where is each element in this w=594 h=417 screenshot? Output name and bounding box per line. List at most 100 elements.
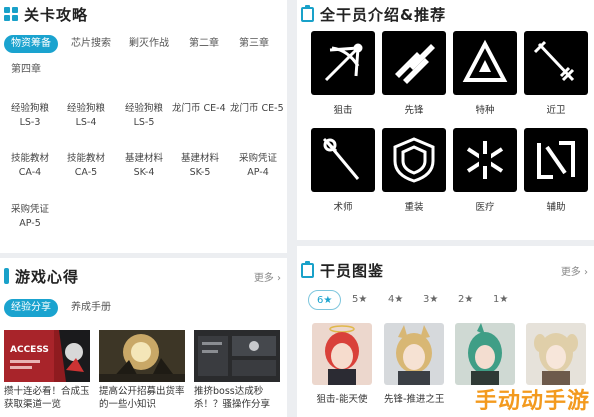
class-label: 辅助 xyxy=(546,202,566,213)
caster-icon xyxy=(322,137,360,180)
level-material-label: 技能教材 xyxy=(66,153,105,164)
level-material-label: 龙门币 xyxy=(172,103,201,114)
level-material-label: 经验狗粮 xyxy=(124,103,163,114)
gallery-title: 干员图鉴 xyxy=(320,261,385,280)
sniper-icon xyxy=(324,43,363,82)
level-material-label: 经验狗粮 xyxy=(10,103,49,114)
more-label: 更多 xyxy=(253,272,274,284)
class-supporter[interactable]: 辅助 xyxy=(524,128,588,213)
class-defender[interactable]: 重装 xyxy=(382,128,446,213)
class-label: 近卫 xyxy=(546,105,566,116)
article-title: 推挤boss达成秒杀！？骚操作分享 xyxy=(194,386,271,410)
level-cell[interactable]: 基建材料 SK-4 xyxy=(116,152,172,180)
rarity-tab-1[interactable]: 1★ xyxy=(493,290,508,310)
chevron-right-icon: › xyxy=(584,266,588,278)
gallery-header: 干员图鉴 更多 › xyxy=(297,256,594,284)
rarity-tab-2[interactable]: 2★ xyxy=(458,290,473,310)
level-cell[interactable]: 技能教材 CA-5 xyxy=(58,152,114,180)
level-material-label: 基建材料 xyxy=(180,153,219,164)
clipboard-icon xyxy=(301,4,314,22)
tab-guide[interactable]: 养成手册 xyxy=(71,299,111,317)
class-label: 术师 xyxy=(333,202,353,213)
tab-chapter-3[interactable]: 第三章 xyxy=(239,35,269,53)
article-card[interactable]: ACCESS 攒十连必看！合成玉获取渠道一览 xyxy=(4,330,90,412)
article-title: 提高公开招募出货率的一些小知识 xyxy=(99,386,185,410)
class-label: 狙击 xyxy=(333,105,353,116)
article-title: 攒十连必看！合成玉获取渠道一览 xyxy=(4,386,90,410)
level-code: CA-4 xyxy=(18,167,42,178)
supporter-icon xyxy=(537,141,575,179)
class-label: 先锋 xyxy=(404,105,424,116)
levels-header: 关卡攻略 xyxy=(0,0,287,28)
tab-annihilation[interactable]: 剿灭作战 xyxy=(129,35,169,53)
tips-header: 游戏心得 更多 › xyxy=(0,262,287,290)
tab-experience[interactable]: 经验分享 xyxy=(4,299,58,317)
rarity-tab-5[interactable]: 5★ xyxy=(352,290,367,310)
level-cell[interactable]: 采购凭证 AP-4 xyxy=(230,152,286,180)
class-guard[interactable]: 近卫 xyxy=(524,31,588,116)
tab-chapter-4[interactable]: 第四章 xyxy=(11,61,41,79)
operator-label: 狙击-能天使 xyxy=(316,394,368,405)
level-cell[interactable]: 龙门币 CE-5 xyxy=(230,102,287,116)
operator-portrait xyxy=(455,323,515,385)
grid-icon xyxy=(4,7,18,21)
article-card[interactable]: 提高公开招募出货率的一些小知识 xyxy=(99,330,185,412)
gallery-more-link[interactable]: 更多 › xyxy=(561,263,588,278)
level-material-label: 技能教材 xyxy=(10,153,49,164)
tips-more-link[interactable]: 更多 › xyxy=(254,269,281,284)
level-code: CA-5 xyxy=(74,167,98,178)
operator-card[interactable]: 狙击-能天使 xyxy=(312,323,372,405)
article-card[interactable]: 推挤boss达成秒杀！？骚操作分享 xyxy=(194,330,280,412)
level-code: CE-5 xyxy=(261,103,284,114)
specialist-icon xyxy=(462,39,508,82)
class-specialist[interactable]: 特种 xyxy=(453,31,517,116)
watermark-logo: 手动动手游 xyxy=(474,389,590,414)
tab-chapter-2[interactable]: 第二章 xyxy=(189,35,219,53)
more-label: 更多 xyxy=(560,266,581,278)
classes-panel: 全干员介绍&推荐 狙击 先锋 特种 近卫 术师 重装 医疗 辅助 xyxy=(297,0,594,240)
level-cell[interactable]: 经验狗粮 LS-5 xyxy=(116,102,172,130)
operator-card[interactable] xyxy=(526,323,586,391)
class-vanguard[interactable]: 先锋 xyxy=(382,31,446,116)
rarity-tab-4[interactable]: 4★ xyxy=(388,290,403,310)
levels-panel: 关卡攻略 物资筹备 芯片搜索 剿灭作战 第二章 第三章 第四章 经验狗粮 LS-3… xyxy=(0,0,287,253)
classes-title: 全干员介绍&推荐 xyxy=(320,5,447,24)
class-label: 医疗 xyxy=(475,202,495,213)
tab-materials[interactable]: 物资筹备 xyxy=(4,35,58,53)
level-code: LS-4 xyxy=(75,117,97,128)
operator-portrait xyxy=(312,323,372,385)
level-cell[interactable]: 经验狗粮 LS-4 xyxy=(58,102,114,130)
level-code: LS-3 xyxy=(19,117,41,128)
operator-card[interactable] xyxy=(455,323,515,391)
level-cell[interactable]: 采购凭证 AP-5 xyxy=(2,203,58,231)
level-material-label: 采购凭证 xyxy=(238,153,277,164)
class-caster[interactable]: 术师 xyxy=(311,128,375,213)
operator-label: 先锋-推进之王 xyxy=(384,394,445,405)
section-bar-icon xyxy=(4,268,9,284)
tips-title: 游戏心得 xyxy=(15,267,80,286)
level-code: SK-4 xyxy=(133,167,155,178)
thumbnail-caption: ACCESS xyxy=(10,345,49,355)
medic-icon xyxy=(466,141,504,179)
article-thumbnail xyxy=(99,330,185,382)
level-code: AP-4 xyxy=(247,167,269,178)
level-cell[interactable]: 基建材料 SK-5 xyxy=(172,152,228,180)
defender-icon xyxy=(393,137,435,183)
level-cell[interactable]: 龙门币 CE-4 xyxy=(172,102,232,116)
class-sniper[interactable]: 狙击 xyxy=(311,31,375,116)
class-label: 特种 xyxy=(475,105,495,116)
tab-chip-search[interactable]: 芯片搜索 xyxy=(71,35,111,53)
article-thumbnail xyxy=(194,330,280,382)
class-medic[interactable]: 医疗 xyxy=(453,128,517,213)
level-material-label: 经验狗粮 xyxy=(66,103,105,114)
level-cell[interactable]: 技能教材 CA-4 xyxy=(2,152,58,180)
operator-card[interactable]: 先锋-推进之王 xyxy=(384,323,444,405)
level-cell[interactable]: 经验狗粮 LS-3 xyxy=(2,102,58,130)
operator-portrait xyxy=(526,323,586,385)
classes-header: 全干员介绍&推荐 xyxy=(297,0,594,28)
article-thumbnail: ACCESS xyxy=(4,330,90,382)
level-code: LS-5 xyxy=(133,117,155,128)
rarity-tab-3[interactable]: 3★ xyxy=(423,290,438,310)
rarity-tab-6[interactable]: 6★ xyxy=(308,290,342,310)
levels-title: 关卡攻略 xyxy=(24,5,89,24)
